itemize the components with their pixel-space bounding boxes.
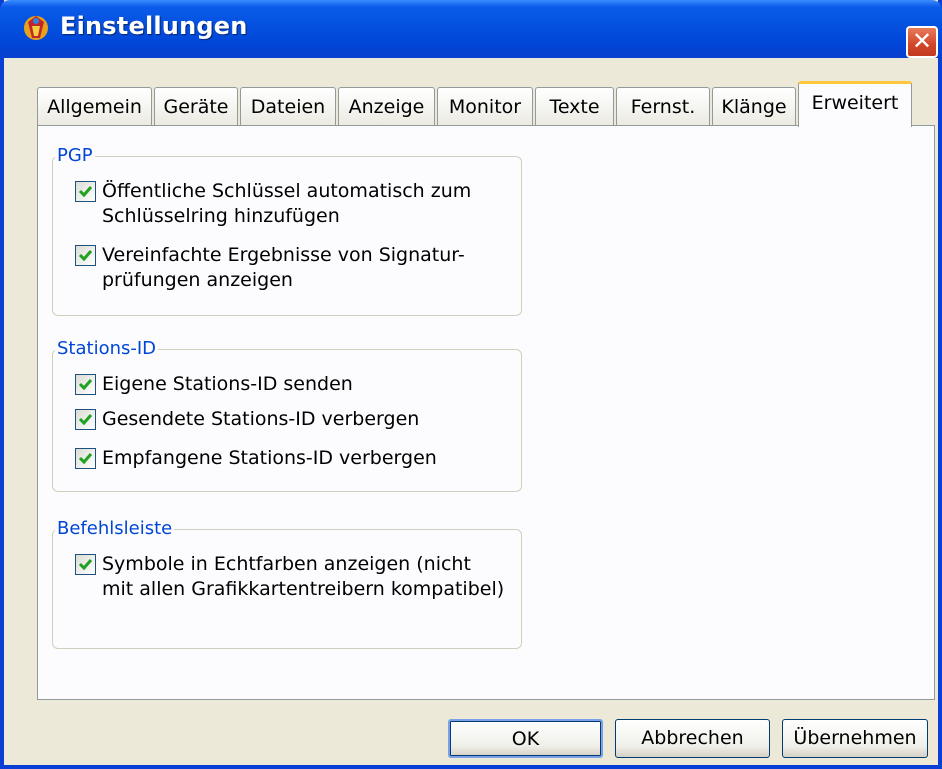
tab-allgemein[interactable]: Allgemein (37, 87, 152, 126)
close-button[interactable]: ✕ (906, 26, 938, 58)
checkbox[interactable] (75, 181, 96, 202)
group-label-pgp: PGP (55, 145, 95, 166)
checkmark-icon (78, 250, 93, 262)
checkbox[interactable] (75, 448, 96, 469)
checkbox-label[interactable]: Öffentliche Schlüssel automatisch zum Sc… (102, 179, 471, 229)
checkmark-icon (78, 379, 93, 391)
apply-button[interactable]: Übernehmen (782, 719, 928, 758)
checkbox[interactable] (75, 245, 96, 266)
tab-geraete[interactable]: Geräte (154, 87, 238, 126)
tab-monitor[interactable]: Monitor (437, 87, 533, 126)
group-stations-id: Stations-ID Eigene Stations-ID senden Ge… (52, 338, 522, 492)
tab-dateien[interactable]: Dateien (240, 87, 336, 126)
window-title: Einstellungen (60, 12, 248, 40)
tab-texte[interactable]: Texte (535, 87, 614, 126)
close-icon: ✕ (911, 27, 933, 55)
checkbox-label[interactable]: Empfangene Stations-ID verbergen (102, 446, 437, 471)
group-label-stations-id: Stations-ID (55, 338, 159, 359)
title-bar[interactable]: Einstellungen ✕ (0, 0, 942, 58)
checkbox[interactable] (75, 554, 96, 575)
checkbox-label[interactable]: Symbole in Echtfarben anzeigen (nicht mi… (102, 552, 504, 602)
ok-button[interactable]: OK (448, 719, 603, 758)
checkmark-icon (78, 186, 93, 198)
group-befehlsleiste: Befehlsleiste Symbole in Echtfarben anze… (52, 518, 522, 649)
cancel-button[interactable]: Abbrechen (615, 719, 770, 758)
tab-fernst[interactable]: Fernst. (616, 87, 710, 126)
checkmark-icon (78, 453, 93, 465)
group-pgp: PGP Öffentliche Schlüssel automatisch zu… (52, 145, 522, 316)
settings-dialog: Einstellungen ✕ Allgemein Geräte Dateien… (0, 0, 942, 769)
tab-klaenge[interactable]: Klänge (712, 87, 796, 126)
checkmark-icon (78, 559, 93, 571)
checkbox-label[interactable]: Vereinfachte Ergebnisse von Signatur- pr… (102, 243, 465, 293)
checkbox[interactable] (75, 409, 96, 430)
checkbox-label[interactable]: Eigene Stations-ID senden (102, 372, 353, 397)
group-label-befehlsleiste: Befehlsleiste (55, 518, 175, 539)
checkbox[interactable] (75, 374, 96, 395)
tab-erweitert[interactable]: Erweitert (798, 81, 912, 127)
app-icon (24, 16, 48, 40)
checkbox-label[interactable]: Gesendete Stations-ID verbergen (102, 407, 419, 432)
tab-anzeige[interactable]: Anzeige (338, 87, 435, 126)
checkmark-icon (78, 414, 93, 426)
